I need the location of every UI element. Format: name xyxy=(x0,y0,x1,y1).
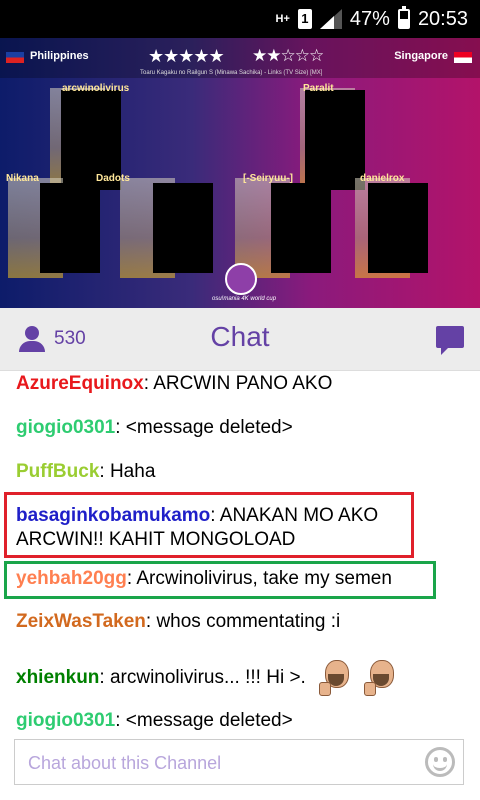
chat-text: : ARCWIN PANO AKO xyxy=(143,373,333,394)
battery-percent: 47% xyxy=(349,7,390,30)
chat-username[interactable]: PuffBuck xyxy=(16,461,99,482)
sim-indicator: 1 xyxy=(297,9,312,29)
chat-username[interactable]: giogio0301 xyxy=(16,710,115,731)
right-country: Singapore xyxy=(394,50,448,62)
chat-text: : <message deleted> xyxy=(115,710,293,731)
chat-username[interactable]: xhienkun xyxy=(16,667,99,688)
chat-text: : arcwinolivirus... !!! Hi >. xyxy=(99,667,306,689)
chat-input-placeholder: Chat about this Channel xyxy=(28,753,222,773)
left-score-stars: ★★★★★ xyxy=(148,46,225,66)
player-name: Paralit xyxy=(303,83,334,94)
player-name: Dadots xyxy=(96,173,130,184)
left-country: Philippines xyxy=(30,50,89,62)
right-score-stars: ★★☆☆☆ xyxy=(252,46,324,65)
chat-message: basaginkobamukamo: ANAKAN MO AKO ARCWIN!… xyxy=(16,504,406,552)
chat-text: : whos commentating :i xyxy=(145,611,341,632)
singapore-flag-icon xyxy=(454,52,472,63)
player-screen xyxy=(271,183,331,273)
signal-icon xyxy=(319,9,342,29)
chat-username[interactable]: AzureEquinox xyxy=(16,373,144,394)
face-emote-icon xyxy=(319,660,351,696)
player-name: Nikana xyxy=(6,173,39,184)
philippines-flag-icon xyxy=(6,52,24,63)
battery-icon xyxy=(397,6,410,29)
emoji-icon[interactable] xyxy=(425,747,455,777)
player-screen xyxy=(153,183,213,273)
tournament-logo-icon xyxy=(225,263,257,295)
chat-message: PuffBuck: Haha xyxy=(16,460,456,484)
chat-input[interactable]: Chat about this Channel xyxy=(14,739,464,785)
match-header: Philippines ★★★★★ ★★☆☆☆ Singapore Toaru … xyxy=(0,38,480,78)
chat-message: giogio0301: <message deleted> xyxy=(16,416,456,440)
chat-bubble-icon[interactable] xyxy=(436,326,464,355)
chat-username[interactable]: giogio0301 xyxy=(16,417,115,438)
chat-message: yehbah20gg: Arcwinolivirus, take my seme… xyxy=(16,567,456,591)
chat-message: xhienkun: arcwinolivirus... !!! Hi >. xyxy=(16,660,456,696)
tournament-logo-text: osu!mania 4K world cup xyxy=(212,296,277,302)
chat-text: : Arcwinolivirus, take my semen xyxy=(126,568,392,589)
network-type: H+ xyxy=(275,12,290,25)
video-player[interactable]: Philippines ★★★★★ ★★☆☆☆ Singapore Toaru … xyxy=(0,38,480,308)
player-name: [-Seiryuu-] xyxy=(243,173,293,184)
chat-title: Chat xyxy=(210,321,270,352)
face-emote-icon xyxy=(364,660,396,696)
player-screen xyxy=(368,183,428,273)
chat-message: AzureEquinox: ARCWIN PANO AKO xyxy=(16,372,456,396)
chat-username[interactable]: yehbah20gg xyxy=(16,568,127,589)
player-name: arcwinolivirus xyxy=(62,83,130,94)
chat-username[interactable]: basaginkobamukamo xyxy=(16,505,210,526)
chat-message: ZeixWasTaken: whos commentating :i xyxy=(16,610,456,634)
status-bar: H+ 1 47% 20:53 xyxy=(0,0,480,38)
player-screen xyxy=(305,90,365,190)
song-title: Toaru Kagaku no Railgun S (Minawa Sachik… xyxy=(140,70,323,76)
chat-username[interactable]: ZeixWasTaken xyxy=(16,611,146,632)
clock: 20:53 xyxy=(417,7,468,30)
player-screen xyxy=(40,183,100,273)
chat-text: : <message deleted> xyxy=(115,417,293,438)
chat-header: 530 Chat xyxy=(0,308,480,371)
player-name: danielrox xyxy=(360,173,405,184)
chat-input-bar: Chat about this Channel xyxy=(0,735,480,800)
chat-message: giogio0301: <message deleted> xyxy=(16,709,456,733)
chat-text: : Haha xyxy=(99,461,156,482)
